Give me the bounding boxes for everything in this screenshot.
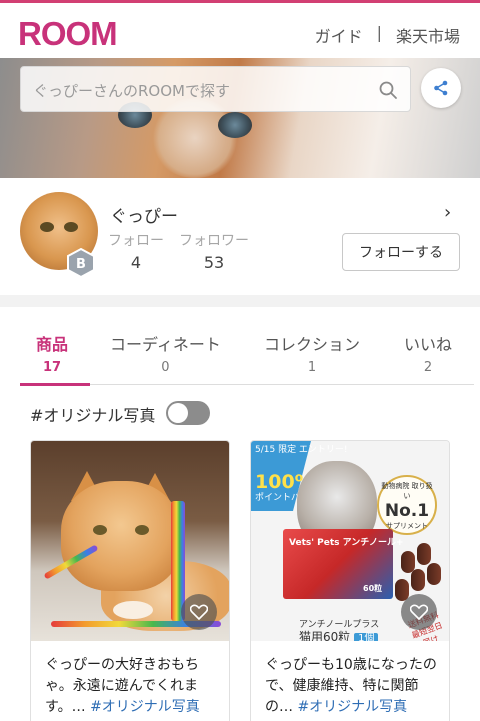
followers-stat[interactable]: フォロワー 53 — [179, 230, 249, 272]
chevron-right-icon[interactable]: › — [444, 202, 451, 223]
avatar-cat-eye — [64, 222, 78, 232]
cat-paw — [113, 601, 153, 619]
tab-label: 商品 — [36, 335, 69, 354]
cat-eye — [135, 525, 149, 535]
tab-count: 0 — [161, 360, 170, 375]
product-caption-main: 猫用60粒 1個 — [299, 628, 379, 641]
rakuten-ichiba-link[interactable]: 楽天市場 — [396, 23, 460, 47]
guide-link[interactable]: ガイド — [315, 23, 363, 47]
tab-count: 17 — [42, 360, 62, 375]
heart-icon — [410, 604, 428, 620]
product-size: 猫用60粒 — [299, 630, 351, 641]
quantity-pill: 1個 — [354, 633, 379, 641]
rank-badge-letter: B — [76, 257, 86, 272]
rank-badge-icon: B — [67, 248, 95, 278]
search-input[interactable]: ぐっぴーさんのROOMで探す — [33, 80, 230, 101]
following-count: 4 — [130, 253, 142, 272]
tab-label: コーディネート — [110, 335, 221, 354]
tab-collection[interactable]: コレクション 1 — [264, 331, 360, 375]
active-tab-indicator — [20, 383, 90, 386]
search-box[interactable]: ぐっぴーさんのROOMで探す — [20, 66, 411, 112]
medal-number: No.1 — [384, 501, 430, 521]
item-description[interactable]: ぐっぴーの大好きおもちゃ。永遠に遊んでくれます。… #オリジナル写真 — [45, 655, 221, 718]
like-button[interactable] — [181, 594, 217, 630]
medal-top-text: 動物病院 取り扱い — [381, 482, 433, 500]
tab-bar: 商品 17 コーディネート 0 コレクション 1 いいね 2 — [0, 319, 480, 387]
followers-count: 53 — [203, 253, 225, 272]
product-box-label: Vets' Pets アンチノール+ — [289, 538, 404, 548]
profile-section: B ぐっぴー › フォロー 4 フォロワー 53 フォローする — [0, 178, 480, 295]
tab-coordinate[interactable]: コーディネート 0 — [110, 331, 221, 375]
hashtag-link[interactable]: #オリジナル写真 — [297, 699, 407, 715]
toggle-knob — [168, 403, 188, 423]
follow-button[interactable]: フォローする — [342, 233, 460, 271]
capsule — [417, 543, 431, 565]
capsule — [411, 569, 425, 591]
avatar-cat-eye — [40, 222, 54, 232]
following-label: フォロー — [108, 233, 164, 249]
username[interactable]: ぐっぴー — [110, 202, 178, 227]
cat-head — [61, 481, 181, 591]
original-photo-filter-label: #オリジナル写真 — [30, 406, 156, 425]
followers-label: フォロワー — [179, 233, 249, 249]
capsule — [427, 563, 441, 585]
item-card[interactable]: 5/15 限定 エントリー! 100% ポイントバック 動物病院 取り扱い No… — [250, 440, 450, 721]
cat-eye — [93, 525, 107, 535]
item-description[interactable]: ぐっぴーも10歳になったので、健康維持、特に関節の… #オリジナル写真 — [265, 655, 441, 718]
tab-count: 1 — [307, 360, 317, 375]
following-stat[interactable]: フォロー 4 — [108, 230, 164, 272]
top-bar: ROOM ガイド | 楽天市場 — [0, 0, 480, 60]
room-logo[interactable]: ROOM — [18, 15, 118, 53]
product-count-badge: 60粒 — [363, 584, 383, 593]
share-icon — [434, 80, 448, 96]
tab-likes[interactable]: いいね 2 — [404, 331, 452, 375]
section-divider — [0, 295, 480, 307]
tab-products[interactable]: 商品 17 — [36, 331, 68, 375]
search-icon[interactable] — [378, 80, 398, 100]
promo-text: 5/15 限定 エントリー! — [255, 445, 348, 455]
hashtag-link[interactable]: #オリジナル写真 — [90, 699, 200, 715]
link-separator: | — [376, 23, 382, 42]
heart-icon — [190, 604, 208, 620]
tab-label: コレクション — [264, 335, 361, 354]
tab-count: 2 — [423, 360, 433, 375]
cover-cat-eye — [218, 112, 252, 138]
share-button[interactable] — [421, 68, 461, 108]
original-photo-toggle[interactable] — [166, 401, 210, 425]
top-links: ガイド | 楽天市場 — [315, 23, 460, 47]
tab-label: いいね — [404, 335, 453, 354]
ranking-medal: 動物病院 取り扱い No.1 サプリメント — [377, 475, 437, 535]
item-card[interactable]: ぐっぴーの大好きおもちゃ。永遠に遊んでくれます。… #オリジナル写真 — [30, 440, 230, 721]
like-button[interactable] — [401, 594, 437, 630]
